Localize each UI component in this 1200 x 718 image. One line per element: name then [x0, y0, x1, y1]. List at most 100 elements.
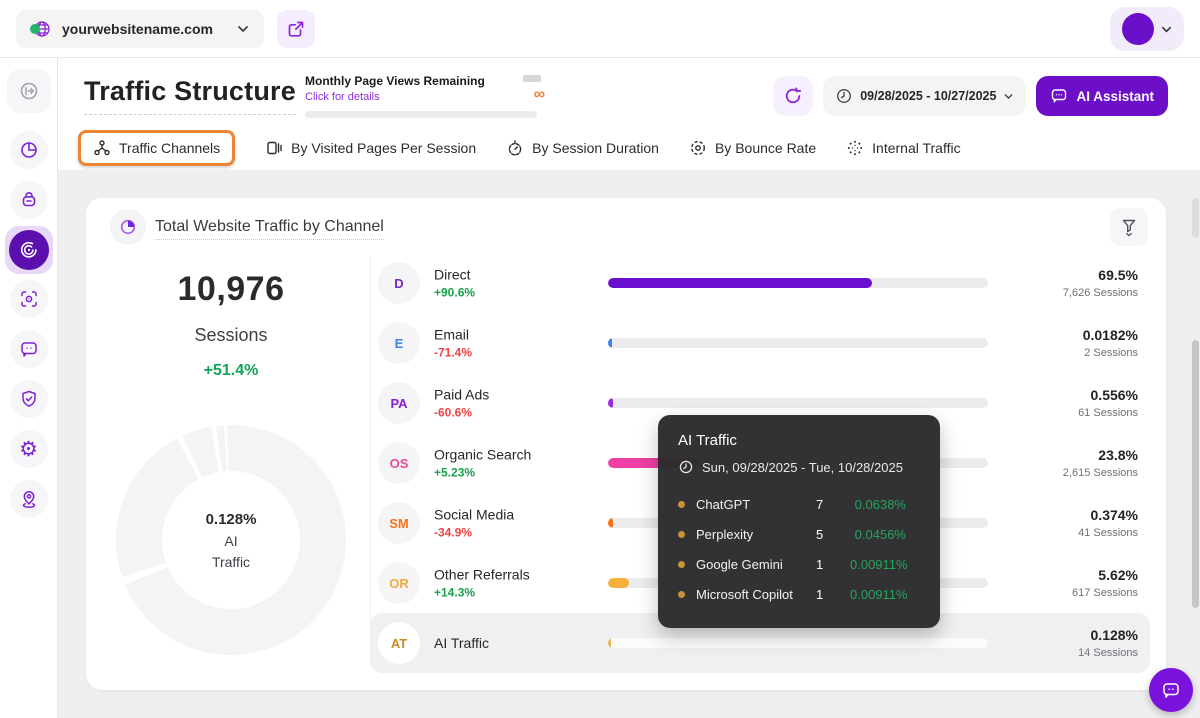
page-views-progress-bar: [305, 111, 537, 118]
site-selector[interactable]: yourwebsitename.com: [16, 10, 264, 48]
channel-initials-badge: PA: [378, 382, 420, 424]
refresh-icon: [783, 86, 803, 106]
ai-assistant-button[interactable]: AI Assistant: [1036, 76, 1168, 116]
channel-percent: 0.374%: [1078, 507, 1138, 523]
scrollbar-thumb[interactable]: [1192, 340, 1199, 608]
gear-icon: ⚙: [19, 439, 38, 460]
channel-bar-fill: [608, 578, 629, 588]
external-link-icon: [287, 20, 305, 38]
traffic-donut-chart[interactable]: 0.128% AI Traffic: [116, 425, 346, 655]
tooltip-source-name: Microsoft Copilot: [696, 587, 816, 602]
page-title: Traffic Structure: [84, 76, 296, 115]
location-pin-icon: [19, 489, 39, 509]
tab-label: By Bounce Rate: [715, 140, 816, 156]
sidebar-item-feedback[interactable]: [10, 330, 48, 368]
tab-internal-traffic[interactable]: Internal Traffic: [846, 139, 960, 157]
channel-change: -60.6%: [434, 406, 489, 420]
channel-row[interactable]: D Direct +90.6% 69.5% 7,626 Sessions: [370, 253, 1150, 313]
channel-info: Direct +90.6%: [434, 267, 475, 300]
sidebar: ⚙: [0, 58, 58, 718]
tab-bounce-rate[interactable]: By Bounce Rate: [689, 139, 816, 157]
channel-name: AI Traffic: [434, 635, 489, 651]
user-menu[interactable]: [1110, 7, 1184, 51]
channel-values: 0.374% 41 Sessions: [1078, 507, 1138, 539]
card-icon: [110, 209, 146, 245]
shield-check-icon: [19, 389, 39, 409]
tooltip-source-percent: 0.00911%: [850, 587, 922, 602]
channel-bar-track: [608, 398, 988, 408]
tooltip-title: AI Traffic: [678, 432, 920, 449]
tooltip-source-name: Google Gemini: [696, 557, 816, 572]
sidebar-item-heatmaps[interactable]: [10, 280, 48, 318]
donut-center-line1: AI: [224, 533, 237, 549]
filter-button[interactable]: [1110, 208, 1148, 246]
tab-visited-pages[interactable]: By Visited Pages Per Session: [265, 139, 476, 157]
tooltip-rows: ChatGPT 7 0.0638% Perplexity 5 0.0456% G…: [678, 489, 920, 609]
channel-values: 69.5% 7,626 Sessions: [1063, 267, 1138, 299]
tooltip-source-count: 1: [816, 557, 850, 572]
sidebar-item-traffic-active[interactable]: [5, 226, 53, 274]
channel-initials: D: [394, 276, 403, 291]
sidebar-item-geo[interactable]: [10, 480, 48, 518]
channel-name: Organic Search: [434, 447, 531, 463]
channel-bar-fill: [608, 518, 613, 528]
tooltip-source-count: 1: [816, 587, 850, 602]
refresh-button[interactable]: [773, 76, 813, 116]
sessions-summary: 10,976 Sessions +51.4%: [116, 270, 346, 380]
channel-sessions: 2,615 Sessions: [1063, 467, 1138, 479]
channel-percent: 0.556%: [1078, 387, 1138, 403]
date-range-picker[interactable]: 09/28/2025 - 10/27/2025: [823, 76, 1026, 116]
collapse-icon: [19, 81, 39, 101]
channel-bar-fill: [608, 638, 611, 648]
clock-icon: [835, 87, 853, 105]
channel-info: Paid Ads -60.6%: [434, 387, 489, 420]
sidebar-item-security[interactable]: [10, 380, 48, 418]
sidebar-item-settings[interactable]: ⚙: [10, 430, 48, 468]
ai-assistant-label: AI Assistant: [1076, 89, 1154, 104]
tooltip-source-name: ChatGPT: [696, 497, 816, 512]
channel-sessions: 41 Sessions: [1078, 527, 1138, 539]
channel-values: 0.0182% 2 Sessions: [1083, 327, 1138, 359]
tooltip-source-percent: 0.00911%: [850, 557, 922, 572]
sidebar-item-dashboard[interactable]: [10, 131, 48, 169]
channel-values: 5.62% 617 Sessions: [1072, 567, 1138, 599]
donut-center-line2: Traffic: [212, 554, 250, 570]
tab-session-duration[interactable]: By Session Duration: [506, 139, 659, 157]
channel-change: +90.6%: [434, 286, 475, 300]
channel-info: Organic Search +5.23%: [434, 447, 531, 480]
tooltip-date-row: Sun, 09/28/2025 - Tue, 10/28/2025: [678, 459, 920, 475]
dotted-sun-icon: [846, 139, 864, 157]
tooltip-source-percent: 0.0456%: [850, 527, 920, 542]
external-link-button[interactable]: [277, 10, 315, 48]
channel-initials-badge: OS: [378, 442, 420, 484]
globe-icon: [30, 19, 52, 39]
donut-center-label: 0.128% AI Traffic: [162, 471, 300, 609]
channel-initials: AT: [391, 636, 407, 651]
channel-initials-badge: D: [378, 262, 420, 304]
channel-sessions: 7,626 Sessions: [1063, 287, 1138, 299]
nodes-icon: [93, 139, 111, 157]
support-chat-button[interactable]: [1149, 668, 1193, 712]
date-range-value: 09/28/2025 - 10/27/2025: [860, 89, 996, 103]
bullet-dot-icon: [678, 501, 685, 508]
channel-initials-badge: AT: [378, 622, 420, 664]
tab-traffic-channels[interactable]: Traffic Channels: [78, 130, 235, 166]
channel-initials: E: [395, 336, 404, 351]
bullet-dot-icon: [678, 531, 685, 538]
channel-name: Social Media: [434, 507, 514, 523]
topbar: yourwebsitename.com: [0, 0, 1200, 58]
channel-initials-badge: E: [378, 322, 420, 364]
bullet-dot-icon: [678, 561, 685, 568]
pie-chart-icon: [19, 140, 39, 160]
tooltip-source-count: 5: [816, 527, 850, 542]
channel-row[interactable]: E Email -71.4% 0.0182% 2 Sessions: [370, 313, 1150, 373]
page-views-remaining: Monthly Page Views Remaining Click for d…: [305, 74, 545, 118]
sidebar-item-collapse[interactable]: [7, 69, 51, 113]
clock-icon: [678, 459, 694, 475]
tab-label: Traffic Channels: [119, 140, 220, 156]
ai-chat-icon: [1050, 87, 1068, 105]
channel-initials: OS: [390, 456, 409, 471]
page-views-details-link[interactable]: Click for details: [305, 91, 545, 103]
sidebar-item-conversions[interactable]: [10, 181, 48, 219]
scrollbar-segment[interactable]: [1192, 198, 1199, 238]
